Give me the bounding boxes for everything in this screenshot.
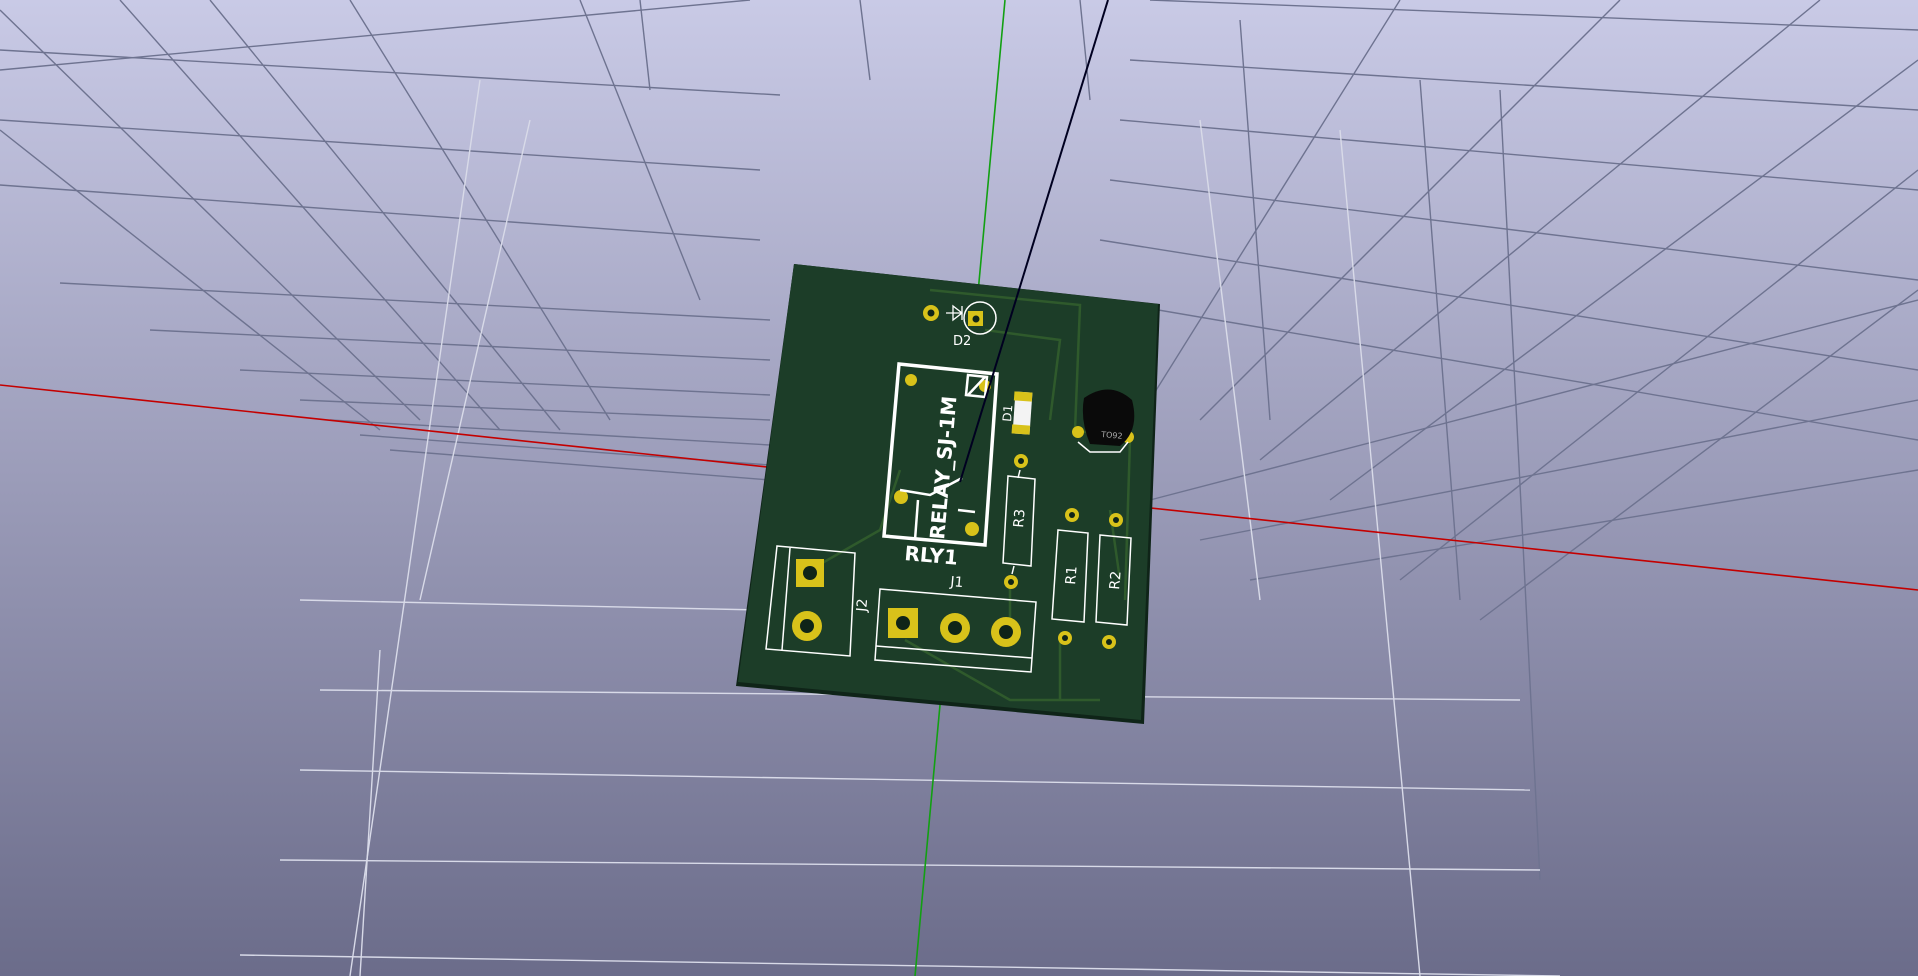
r1-label: R1 bbox=[1063, 565, 1081, 585]
pcb-board[interactable]: D2 RELAY_SJ-1M RLY1 D1 TO92 R3 R1 R2 J2 … bbox=[736, 264, 1160, 724]
d2-label: D2 bbox=[953, 334, 971, 349]
d1-label: D1 bbox=[1000, 404, 1015, 422]
3d-scene[interactable]: D2 RELAY_SJ-1M RLY1 D1 TO92 R3 R1 R2 J2 … bbox=[0, 0, 1918, 977]
r3-label: R3 bbox=[1011, 508, 1029, 528]
relay-ref-label: RLY1 bbox=[904, 541, 959, 570]
r2-label: R2 bbox=[1107, 570, 1125, 590]
j1-label: J1 bbox=[949, 574, 964, 591]
j2-label: J2 bbox=[854, 598, 871, 613]
3d-viewport[interactable]: D2 RELAY_SJ-1M RLY1 D1 TO92 R3 R1 R2 J2 … bbox=[0, 0, 1918, 977]
